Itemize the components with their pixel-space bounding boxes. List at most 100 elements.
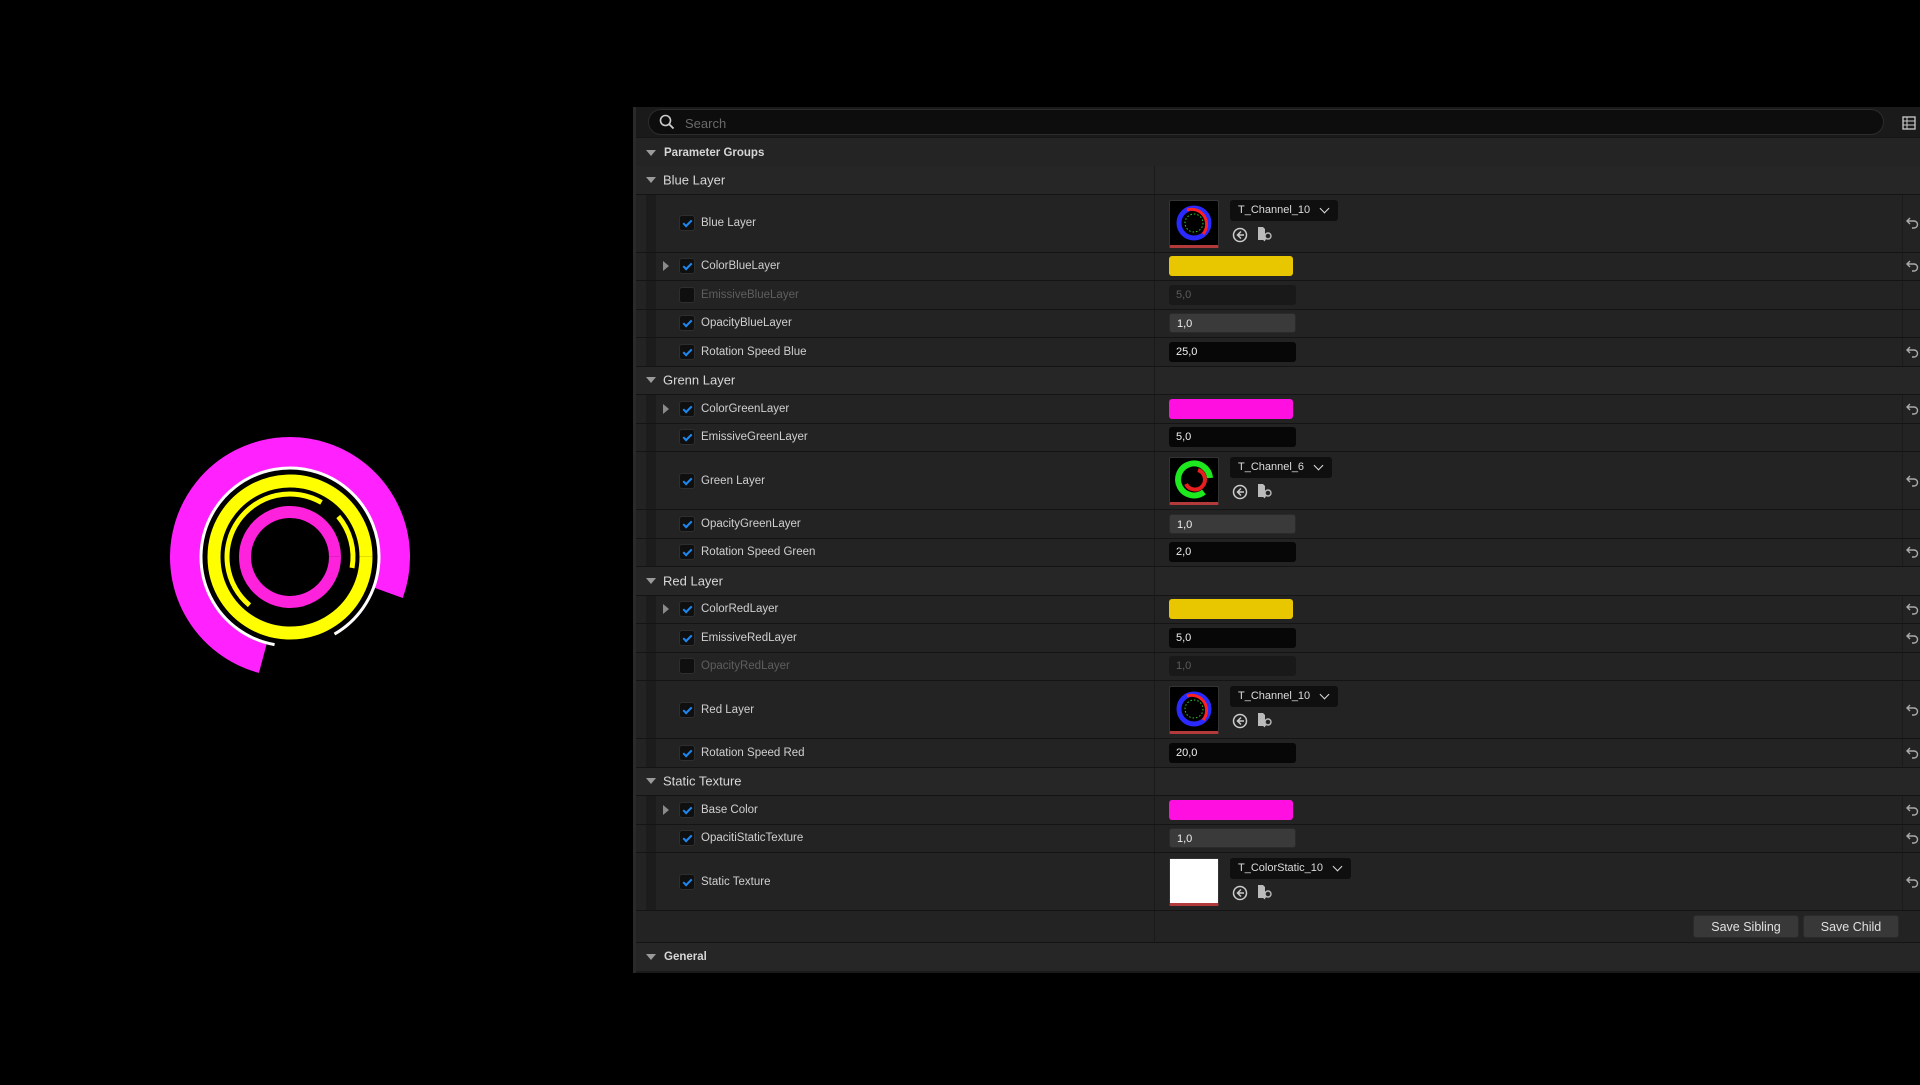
reset-cell (1902, 652, 1920, 680)
group-header-static-texture[interactable]: Static Texture (636, 767, 1920, 796)
numeric-input[interactable]: 5,0 (1169, 427, 1296, 448)
reset-cell (1902, 595, 1920, 623)
expand-arrow-icon[interactable] (663, 261, 669, 272)
texture-asset-dropdown[interactable]: T_ColorStatic_10 (1230, 858, 1351, 879)
param-enable-checkbox[interactable] (679, 515, 695, 532)
color-swatch[interactable] (1169, 599, 1293, 620)
numeric-input[interactable]: 5,0 (1169, 284, 1296, 305)
reset-to-default-icon[interactable] (1906, 831, 1919, 849)
group-header-blue-layer[interactable]: Blue Layer (636, 166, 1920, 195)
collapse-arrow-icon[interactable] (646, 778, 656, 785)
texture-thumbnail[interactable] (1169, 858, 1219, 906)
texture-asset-dropdown[interactable]: T_Channel_10 (1230, 199, 1339, 221)
param-enable-checkbox[interactable] (679, 544, 695, 561)
collapse-arrow-icon[interactable] (646, 577, 656, 584)
param-enable-checkbox[interactable] (679, 215, 695, 231)
use-selected-asset-icon[interactable] (1232, 713, 1248, 734)
param-value-cell: 20,0 (1154, 739, 1903, 767)
collapse-arrow-icon[interactable] (646, 377, 656, 384)
texture-asset-dropdown[interactable]: T_Channel_6 (1230, 457, 1333, 478)
numeric-input[interactable]: 1,0 (1169, 828, 1296, 849)
param-enable-checkbox[interactable] (679, 629, 695, 646)
param-row: EmissiveGreenLayer 5,0 (636, 423, 1920, 452)
reset-to-default-icon[interactable] (1906, 259, 1919, 277)
reset-to-default-icon[interactable] (1906, 216, 1919, 234)
param-enable-checkbox[interactable] (679, 315, 695, 332)
param-enable-checkbox[interactable] (679, 429, 695, 446)
browse-to-asset-icon[interactable] (1257, 226, 1275, 247)
collapse-arrow-icon[interactable] (646, 149, 656, 156)
reset-to-default-icon[interactable] (1906, 545, 1919, 563)
use-selected-asset-icon[interactable] (1232, 484, 1248, 505)
group-title: Blue Layer (663, 172, 726, 188)
save-sibling-button[interactable]: Save Sibling (1693, 915, 1799, 938)
browse-to-asset-icon[interactable] (1257, 483, 1275, 504)
use-selected-asset-icon[interactable] (1232, 227, 1248, 248)
group-name-cell: Red Layer (636, 567, 1155, 595)
expand-arrow-icon[interactable] (663, 403, 669, 414)
section-title: Parameter Groups (664, 146, 765, 159)
expand-arrow-icon[interactable] (663, 604, 669, 615)
param-row: Green Layer T_Channel_6 (636, 452, 1920, 510)
param-row: OpacityGreenLayer 1,0 (636, 510, 1920, 539)
reset-to-default-icon[interactable] (1906, 631, 1919, 649)
collapse-arrow-icon[interactable] (646, 176, 656, 183)
reset-cell (1902, 681, 1920, 738)
param-name-cell: Rotation Speed Red (636, 739, 1155, 767)
texture-thumbnail[interactable] (1169, 199, 1219, 248)
reset-to-default-icon[interactable] (1906, 602, 1919, 620)
param-enable-checkbox[interactable] (679, 801, 695, 818)
texture-asset-dropdown[interactable]: T_Channel_10 (1230, 686, 1339, 707)
expand-arrow-icon[interactable] (663, 804, 669, 815)
save-child-button[interactable]: Save Child (1803, 915, 1899, 938)
search-input[interactable] (683, 112, 1867, 134)
param-enable-checkbox[interactable] (679, 658, 695, 675)
reset-to-default-icon[interactable] (1906, 345, 1919, 363)
param-enable-checkbox[interactable] (679, 601, 695, 618)
texture-thumbnail[interactable] (1169, 686, 1219, 734)
reset-to-default-icon[interactable] (1906, 746, 1919, 764)
numeric-input[interactable]: 2,0 (1169, 542, 1296, 563)
numeric-input[interactable]: 5,0 (1169, 627, 1296, 648)
param-enable-checkbox[interactable] (679, 400, 695, 417)
color-swatch[interactable] (1169, 799, 1293, 820)
search-bar[interactable] (648, 109, 1884, 135)
color-swatch[interactable] (1169, 398, 1293, 419)
group-header-red-layer[interactable]: Red Layer (636, 567, 1920, 596)
param-enable-checkbox[interactable] (679, 873, 695, 890)
parameter-groups-header[interactable]: Parameter Groups (636, 137, 1920, 167)
reset-to-default-icon[interactable] (1906, 803, 1919, 821)
yellow-ring (207, 474, 373, 640)
param-name-cell: Base Color (636, 796, 1155, 824)
texture-thumbnail[interactable] (1169, 457, 1219, 505)
use-selected-asset-icon[interactable] (1232, 885, 1248, 906)
browse-to-asset-icon[interactable] (1257, 884, 1275, 905)
chevron-down-icon (1313, 460, 1324, 471)
material-preview-ring (170, 437, 410, 673)
reset-to-default-icon[interactable] (1906, 402, 1919, 420)
group-header-grenn-layer[interactable]: Grenn Layer (636, 366, 1920, 395)
param-enable-checkbox[interactable] (679, 744, 695, 761)
collapse-arrow-icon[interactable] (646, 954, 656, 960)
numeric-input[interactable]: 20,0 (1169, 742, 1296, 763)
numeric-input[interactable]: 1,0 (1169, 656, 1296, 677)
reset-to-default-icon[interactable] (1906, 474, 1919, 492)
view-options-grid-icon[interactable] (1902, 116, 1916, 130)
material-preview-viewport[interactable] (0, 0, 630, 1080)
param-label: EmissiveGreenLayer (701, 431, 808, 444)
param-enable-checkbox[interactable] (679, 472, 695, 489)
numeric-input[interactable]: 1,0 (1169, 513, 1296, 534)
param-row: OpacityBlueLayer 1,0 (636, 309, 1920, 338)
numeric-input[interactable]: 25,0 (1169, 341, 1296, 362)
browse-to-asset-icon[interactable] (1257, 712, 1275, 733)
param-enable-checkbox[interactable] (679, 286, 695, 303)
reset-to-default-icon[interactable] (1906, 703, 1919, 721)
numeric-input[interactable]: 1,0 (1169, 313, 1296, 334)
param-enable-checkbox[interactable] (679, 701, 695, 718)
param-enable-checkbox[interactable] (679, 258, 695, 275)
general-section-header[interactable]: General (636, 943, 1920, 971)
color-swatch[interactable] (1169, 256, 1293, 277)
param-enable-checkbox[interactable] (679, 343, 695, 360)
param-enable-checkbox[interactable] (679, 830, 695, 847)
reset-to-default-icon[interactable] (1906, 875, 1919, 893)
